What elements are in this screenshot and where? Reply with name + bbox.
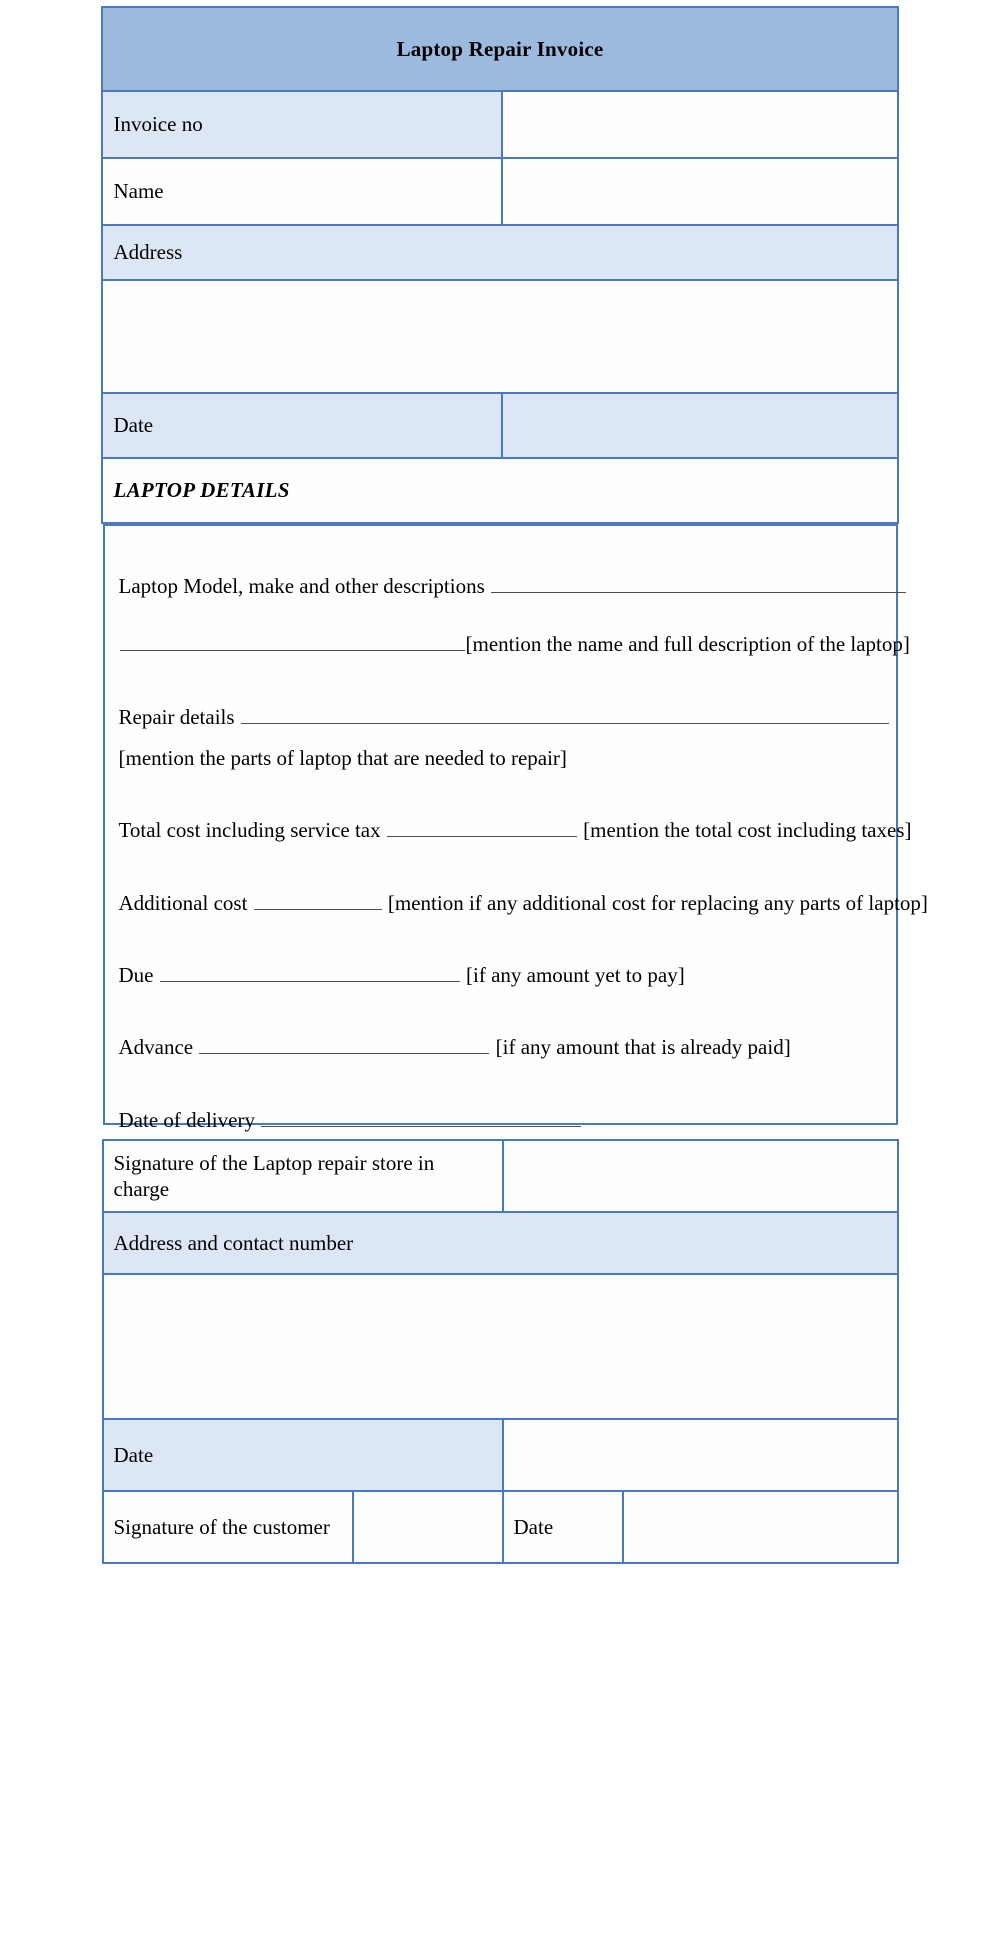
due-line: Due [if any amount yet to pay] [119, 959, 882, 989]
invoice-no-field[interactable] [501, 90, 899, 159]
store-signature-field[interactable] [501, 1139, 899, 1213]
customer-date-label: Date [501, 1490, 624, 1564]
due-label: Due [118, 963, 154, 988]
page-title: Laptop Repair Invoice [101, 6, 899, 92]
advance-hint: [if any amount that is already paid] [495, 1035, 791, 1060]
model-input-line-2[interactable] [119, 628, 465, 652]
table-row-date: Date [101, 392, 899, 459]
total-cost-input-line[interactable] [386, 814, 577, 838]
name-label: Name [101, 157, 504, 226]
repair-input-line[interactable] [240, 701, 889, 724]
repair-hint: [mention the parts of laptop that are ne… [118, 746, 567, 771]
address-contact-label: Address and contact number [101, 1211, 899, 1275]
table-row-store-date: Date [101, 1418, 899, 1492]
signature-table: Signature of the Laptop repair store in … [101, 1139, 899, 1564]
laptop-details-body: Laptop Model, make and other description… [102, 524, 928, 1132]
table-row-section-heading: LAPTOP DETAILS [101, 457, 899, 524]
repair-label: Repair details [118, 704, 235, 729]
table-row-address-box [101, 279, 899, 394]
table-row-customer-signature: Signature of the customer Date [101, 1490, 899, 1564]
repair-line: Repair details [118, 701, 889, 731]
model-line: Laptop Model, make and other description… [118, 570, 906, 600]
additional-cost-label: Additional cost [118, 890, 248, 915]
advance-input-line[interactable] [199, 1031, 490, 1055]
model-hint-line: [mention the name and full description o… [119, 628, 910, 658]
model-hint: [mention the name and full description o… [465, 632, 910, 657]
customer-date-field[interactable] [621, 1490, 899, 1564]
date-label: Date [101, 392, 504, 459]
table-row-store-signature: Signature of the Laptop repair store in … [101, 1139, 899, 1213]
date-field[interactable] [501, 392, 899, 459]
store-signature-label: Signature of the Laptop repair store in … [101, 1139, 504, 1213]
due-hint: [if any amount yet to pay] [466, 963, 685, 988]
repair-hint-line: [mention the parts of laptop that are ne… [119, 745, 882, 772]
customer-signature-field[interactable] [351, 1490, 504, 1564]
delivery-date-input-line[interactable] [261, 1104, 582, 1127]
address-label: Address [101, 224, 899, 281]
advance-label: Advance [118, 1035, 194, 1060]
total-cost-hint: [mention the total cost including taxes] [583, 818, 912, 843]
table-row-address-contact-box [101, 1273, 899, 1420]
table-row-invoice-no: Invoice no [101, 90, 899, 159]
title-row: Laptop Repair Invoice [101, 6, 899, 92]
additional-cost-line: Additional cost [mention if any addition… [118, 887, 928, 917]
table-row-address: Address [101, 224, 899, 281]
laptop-details-heading: LAPTOP DETAILS [101, 457, 899, 524]
model-input-line[interactable] [491, 570, 906, 594]
store-date-label: Date [101, 1418, 504, 1492]
delivery-date-label: Date of delivery [118, 1107, 255, 1132]
additional-cost-input-line[interactable] [253, 887, 382, 910]
table-row-name: Name [101, 157, 899, 226]
advance-line: Advance [if any amount that is already p… [119, 1031, 882, 1061]
invoice-no-label: Invoice no [101, 90, 504, 159]
additional-cost-hint: [mention if any additional cost for repl… [387, 890, 928, 915]
address-field[interactable] [101, 279, 899, 394]
address-contact-field[interactable] [101, 1273, 899, 1420]
header-table: Laptop Repair Invoice Invoice no Name Ad… [101, 6, 899, 524]
model-label: Laptop Model, make and other description… [118, 574, 485, 599]
customer-signature-label: Signature of the customer [101, 1490, 354, 1564]
name-field[interactable] [501, 157, 899, 226]
table-row-address-contact: Address and contact number [101, 1211, 899, 1275]
total-cost-line: Total cost including service tax [mentio… [118, 814, 912, 844]
store-date-field[interactable] [501, 1418, 899, 1492]
due-input-line[interactable] [159, 959, 460, 983]
delivery-date-line: Date of delivery [119, 1104, 882, 1134]
total-cost-label: Total cost including service tax [118, 818, 381, 843]
invoice-page: Laptop Repair Invoice Invoice no Name Ad… [0, 0, 1000, 1940]
